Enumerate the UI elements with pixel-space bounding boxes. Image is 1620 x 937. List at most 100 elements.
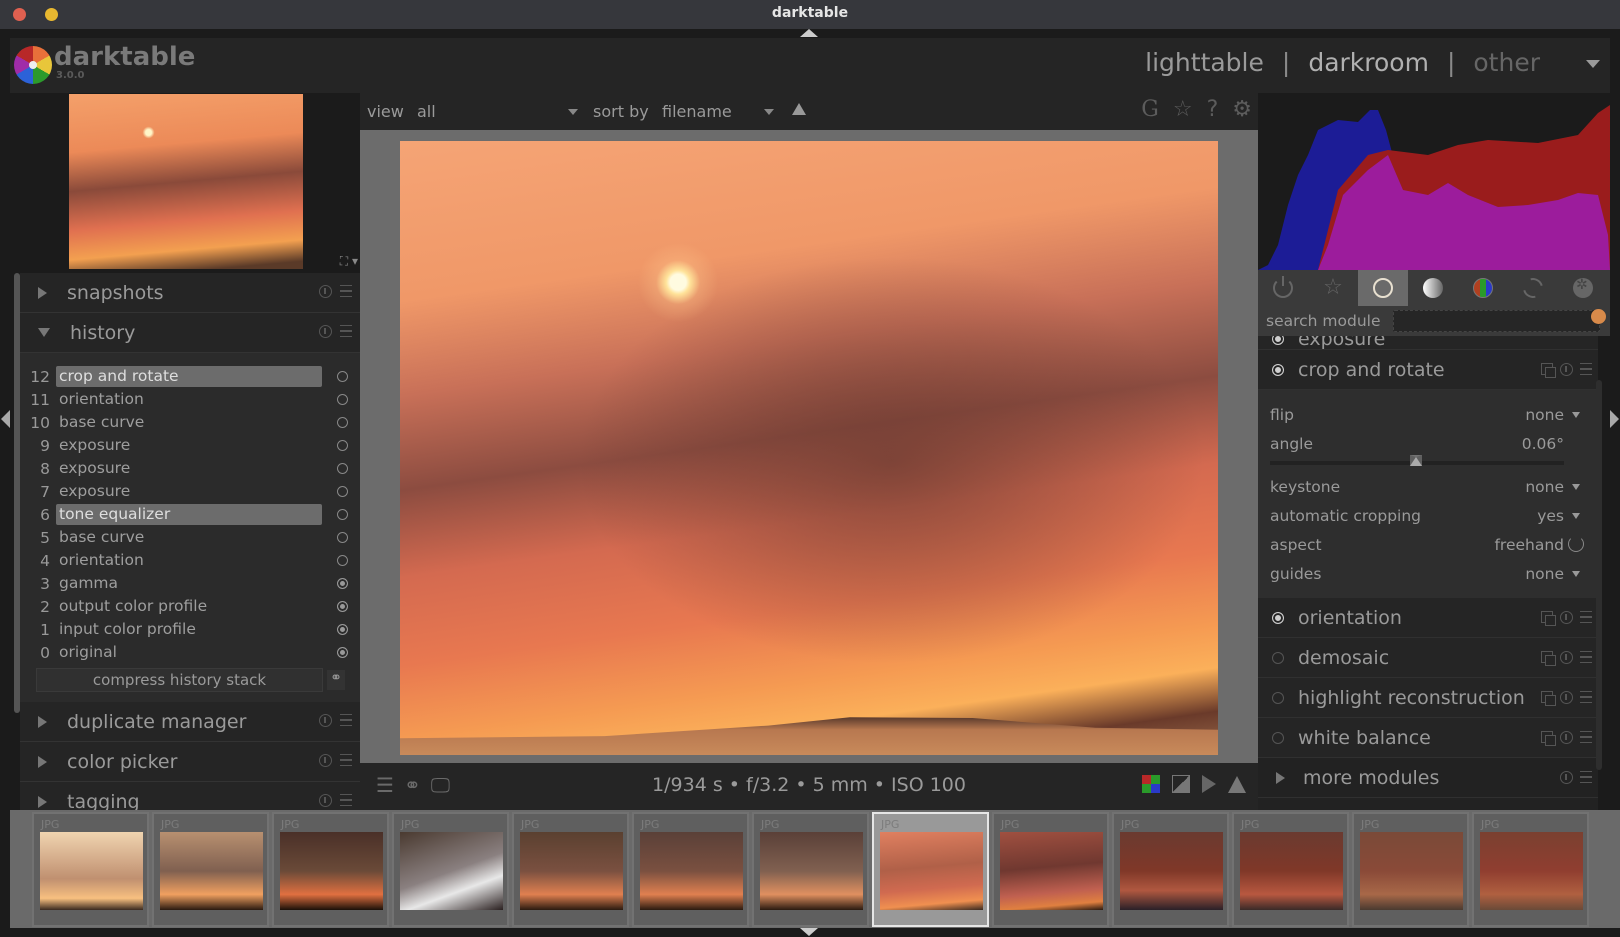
view-filter-select[interactable]: all [417, 102, 436, 121]
filmstrip-thumbnail[interactable]: JPG [272, 812, 389, 927]
presets-menu-icon[interactable] [340, 754, 352, 766]
history-item-label[interactable]: orientation [56, 389, 322, 410]
reset-icon[interactable] [1560, 691, 1573, 704]
history-item[interactable]: 10 base curve [20, 411, 360, 434]
reset-icon[interactable] [319, 285, 332, 298]
filmstrip-thumbnail[interactable]: JPG [32, 812, 149, 927]
param-value[interactable]: 0.06° [1522, 435, 1564, 453]
param-value[interactable]: freehand [1494, 536, 1564, 554]
filmstrip-thumbnail[interactable]: JPG [152, 812, 269, 927]
dropdown-arrow-icon[interactable] [1572, 484, 1580, 490]
create-style-icon[interactable]: ⚭ [327, 670, 345, 690]
history-item[interactable]: 4 orientation [20, 549, 360, 572]
filmstrip-thumbnail[interactable]: JPG [872, 812, 989, 927]
sort-by-select[interactable]: filename [662, 102, 732, 121]
presets-menu-icon[interactable] [1580, 771, 1592, 783]
module-power-icon[interactable] [1272, 731, 1284, 744]
history-item[interactable]: 2 output color profile [20, 595, 360, 618]
presets-menu-icon[interactable] [340, 325, 352, 337]
view-filter-dropdown-icon[interactable] [568, 109, 578, 115]
param-guides[interactable]: guides none [1270, 559, 1584, 588]
history-item[interactable]: 3 gamma [20, 572, 360, 595]
dropdown-arrow-icon[interactable] [1572, 571, 1580, 577]
history-item[interactable]: 8 exposure [20, 457, 360, 480]
view-dropdown-icon[interactable] [1586, 60, 1600, 68]
history-item-label[interactable]: gamma [56, 573, 322, 594]
history-item[interactable]: 9 exposure [20, 434, 360, 457]
gear-icon[interactable]: ⚙ [1232, 97, 1252, 122]
module-power-icon[interactable] [1272, 691, 1284, 704]
module-power-icon[interactable] [1272, 651, 1284, 664]
module-tagging[interactable]: tagging [20, 782, 360, 810]
module-duplicate-manager[interactable]: duplicate manager [20, 702, 360, 742]
main-image[interactable] [400, 141, 1218, 755]
collapse-left-panel-icon[interactable] [1, 410, 10, 428]
module-exposure-partial[interactable]: exposure [1258, 336, 1598, 350]
history-item[interactable]: 1 input color profile [20, 618, 360, 641]
clear-search-icon[interactable] [1591, 309, 1606, 324]
group-effect[interactable] [1558, 270, 1608, 306]
angle-slider[interactable] [1270, 455, 1584, 468]
reset-icon[interactable] [1560, 611, 1573, 624]
param-flip[interactable]: flip none [1270, 400, 1584, 429]
history-item-label[interactable]: original [56, 642, 322, 663]
collapse-right-panel-icon[interactable] [1610, 410, 1619, 428]
history-item-label[interactable]: orientation [56, 550, 322, 571]
module-crop-and-rotate[interactable]: crop and rotate [1258, 350, 1598, 390]
filmstrip-thumbnail[interactable]: JPG [632, 812, 749, 927]
group-active-modules[interactable] [1258, 270, 1308, 306]
presets-menu-icon[interactable] [1580, 691, 1592, 703]
reset-icon[interactable] [319, 754, 332, 767]
history-item-label[interactable]: exposure [56, 481, 322, 502]
history-item[interactable]: 6 tone equalizer [20, 503, 360, 526]
param-automatic-cropping[interactable]: automatic cropping yes [1270, 501, 1584, 530]
multi-instance-icon[interactable] [1541, 691, 1556, 706]
presets-menu-icon[interactable] [1580, 611, 1592, 623]
collapse-bottom-arrow-icon[interactable] [800, 928, 818, 936]
module-color-picker[interactable]: color picker [20, 742, 360, 782]
module-demosaic[interactable]: demosaic [1258, 638, 1598, 678]
compress-history-button[interactable]: compress history stack [36, 668, 323, 692]
zoom-fit-icon[interactable]: ⛶ ▾ [340, 254, 358, 269]
history-item-label[interactable]: base curve [56, 527, 322, 548]
view-other[interactable]: other [1473, 48, 1540, 77]
param-value[interactable]: none [1525, 565, 1564, 583]
history-item-label[interactable]: exposure [56, 458, 322, 479]
filmstrip-thumbnail[interactable]: JPG [1232, 812, 1349, 927]
view-lighttable[interactable]: lighttable [1145, 48, 1264, 77]
history-item-label[interactable]: exposure [56, 435, 322, 456]
group-basic[interactable] [1358, 270, 1408, 306]
slider-thumb[interactable] [1410, 455, 1422, 466]
grouping-icon[interactable]: G [1141, 97, 1159, 122]
presets-menu-icon[interactable] [1580, 363, 1592, 375]
softproof-icon[interactable] [1142, 775, 1160, 793]
multi-instance-icon[interactable] [1541, 651, 1556, 666]
view-darkroom[interactable]: darkroom [1308, 48, 1429, 77]
more-modules[interactable]: more modules [1258, 758, 1598, 798]
multi-instance-icon[interactable] [1541, 731, 1556, 746]
presets-menu-icon[interactable] [1580, 731, 1592, 743]
history-item-label[interactable]: input color profile [56, 619, 322, 640]
param-value[interactable]: yes [1537, 507, 1564, 525]
history-item[interactable]: 11 orientation [20, 388, 360, 411]
dropdown-arrow-icon[interactable] [1572, 412, 1580, 418]
right-panel-scrollbar[interactable] [1596, 380, 1602, 770]
module-history[interactable]: history [20, 313, 360, 353]
presets-menu-icon[interactable] [340, 285, 352, 297]
filmstrip-thumbnail[interactable]: JPG [752, 812, 869, 927]
presets-menu-icon[interactable] [340, 794, 352, 806]
module-white-balance[interactable]: white balance [1258, 718, 1598, 758]
presets-menu-icon[interactable] [340, 714, 352, 726]
module-orientation[interactable]: orientation [1258, 598, 1598, 638]
reset-icon[interactable] [1560, 771, 1573, 784]
reset-icon[interactable] [319, 325, 332, 338]
module-power-icon[interactable] [1272, 363, 1284, 376]
histogram[interactable] [1258, 95, 1610, 270]
group-correct[interactable] [1508, 270, 1558, 306]
multi-instance-icon[interactable] [1541, 363, 1556, 378]
history-item[interactable]: 12 crop and rotate [20, 365, 360, 388]
module-power-icon[interactable] [1272, 611, 1284, 624]
reset-icon[interactable] [319, 794, 332, 807]
param-angle[interactable]: angle 0.06° [1270, 429, 1584, 458]
history-item[interactable]: 0 original [20, 641, 360, 664]
